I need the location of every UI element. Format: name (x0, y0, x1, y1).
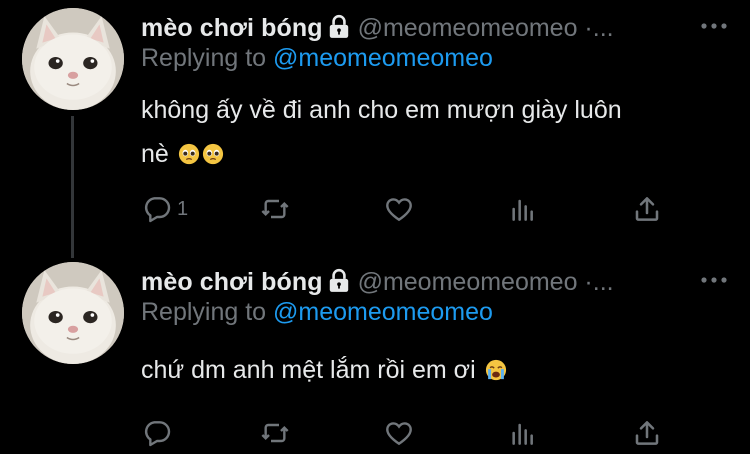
share-button[interactable] (631, 416, 663, 450)
author-handle[interactable]: @meomeomeomeo ·... (358, 268, 614, 296)
retweet-icon (259, 417, 291, 449)
tweet-text-fragment: chứ dm anh mệt lắm rồi em ơi (141, 356, 476, 384)
retweet-button[interactable] (259, 416, 291, 450)
replying-to-label: Replying to (141, 44, 274, 72)
tweet-text-line: chứ dm anh mệt lắm rồi em ơi (141, 348, 731, 392)
pleading-face-emoji-icon (178, 135, 200, 165)
crying-face-emoji-icon (485, 351, 507, 381)
author-handle[interactable]: @meomeomeomeo ·... (358, 14, 614, 42)
avatar[interactable] (22, 8, 124, 110)
tweet-actions (141, 416, 741, 450)
reply-icon (141, 417, 173, 449)
retweet-icon (259, 193, 291, 225)
more-icon[interactable] (697, 14, 731, 38)
lock-icon (326, 268, 352, 294)
views-icon (507, 417, 539, 449)
replying-to-mention-link[interactable]: @meomeomeomeo (273, 298, 493, 326)
cat-avatar-icon (22, 8, 124, 110)
replying-to-label: Replying to (141, 298, 274, 326)
tweet-1[interactable]: mèo chơi bóng @meomeomeomeo ·... Replying… (0, 0, 750, 258)
reply-button[interactable]: 1 (141, 192, 188, 226)
like-button[interactable] (383, 192, 415, 226)
cat-avatar-icon (22, 262, 124, 364)
tweet-2[interactable]: mèo chơi bóng @meomeomeomeo ·... Replying… (0, 256, 750, 454)
tweet-text-line: không ấy về đi anh cho em mượn giày luôn (141, 96, 622, 124)
tweet-header: mèo chơi bóng @meomeomeomeo ·... (141, 268, 731, 300)
tweet-text: chứ dm anh mệt lắm rồi em ơi (141, 348, 731, 392)
share-icon (631, 193, 663, 225)
tweet-actions: 1 (141, 192, 741, 226)
replying-to-line: Replying to @meomeomeomeo (141, 298, 493, 327)
replying-to-mention-link[interactable]: @meomeomeomeo (273, 44, 493, 72)
pleading-face-emoji-icon (202, 135, 224, 165)
thread-connector-line (71, 116, 74, 258)
author-name[interactable]: mèo chơi bóng (141, 14, 323, 42)
more-icon[interactable] (697, 268, 731, 292)
like-button[interactable] (383, 416, 415, 450)
reply-button[interactable] (141, 416, 177, 450)
tweet-header: mèo chơi bóng @meomeomeomeo ·... (141, 14, 731, 46)
share-icon (631, 417, 663, 449)
retweet-button[interactable] (259, 192, 291, 226)
share-button[interactable] (631, 192, 663, 226)
like-icon (383, 193, 415, 225)
reply-count: 1 (177, 197, 189, 220)
tweet-text: không ấy về đi anh cho em mượn giày luôn… (141, 88, 731, 176)
lock-icon (326, 14, 352, 40)
like-icon (383, 417, 415, 449)
author-name[interactable]: mèo chơi bóng (141, 268, 323, 296)
views-icon (507, 193, 539, 225)
replying-to-line: Replying to @meomeomeomeo (141, 44, 493, 73)
tweet-text-line-2: nè (141, 132, 731, 176)
tweet-text-fragment: nè (141, 140, 169, 168)
views-button[interactable] (507, 416, 539, 450)
reply-icon (141, 193, 173, 225)
views-button[interactable] (507, 192, 539, 226)
avatar[interactable] (22, 262, 124, 364)
